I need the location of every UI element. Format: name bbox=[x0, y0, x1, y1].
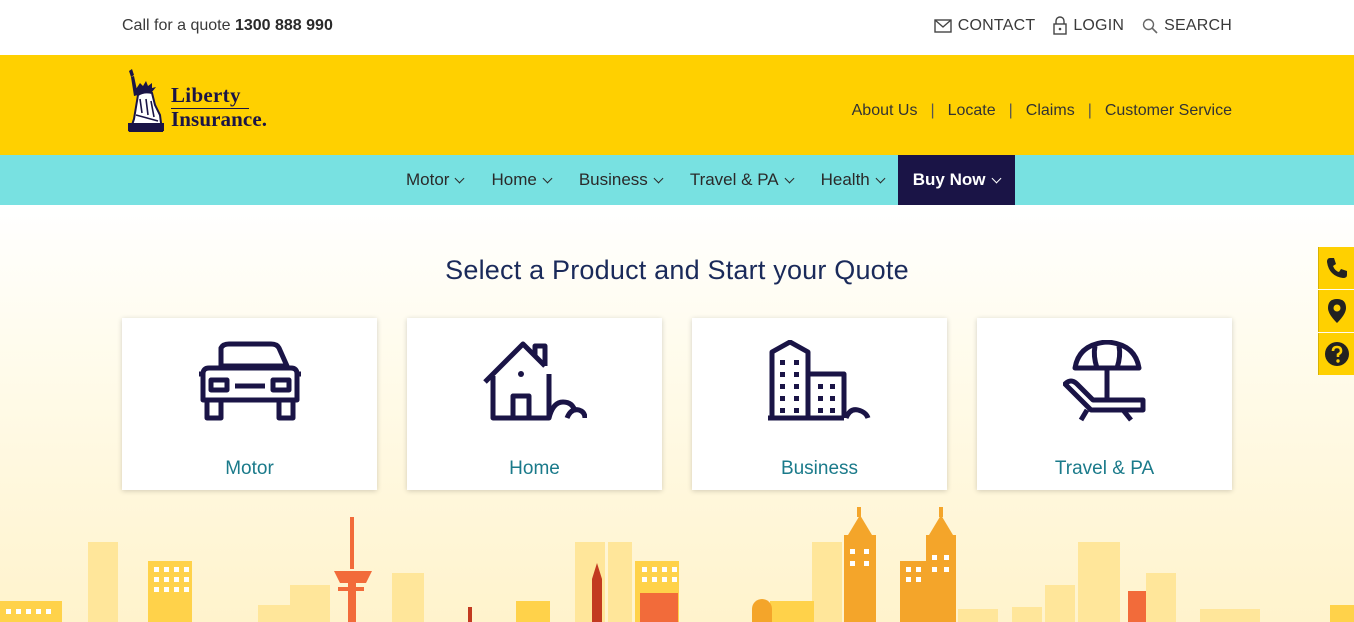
beach-chair-umbrella-icon bbox=[1062, 340, 1145, 422]
house-icon bbox=[482, 341, 587, 421]
quote-section: Select a Product and Start your Quote Mo… bbox=[0, 205, 1354, 622]
login-label: LOGIN bbox=[1073, 16, 1125, 34]
city-skyline-illustration bbox=[0, 507, 1354, 622]
contact-label: CONTACT bbox=[957, 16, 1036, 34]
chevron-down-icon bbox=[455, 173, 465, 183]
section-heading: Select a Product and Start your Quote bbox=[445, 255, 909, 285]
secondary-nav-about-us[interactable]: About Us bbox=[852, 102, 918, 120]
quote-line: Call for a quote 1300 888 990 bbox=[122, 17, 333, 35]
nav-buy-now[interactable]: Buy Now bbox=[897, 155, 1015, 205]
top-bar: Call for a quote 1300 888 990 CONTACT LO… bbox=[0, 0, 1354, 55]
logo-text-insurance: Insurance. bbox=[171, 107, 268, 131]
help-icon bbox=[1324, 342, 1349, 366]
chevron-down-icon bbox=[653, 173, 664, 183]
product-label-business: Business bbox=[780, 458, 859, 479]
padlock-icon bbox=[1053, 16, 1068, 35]
nav-travel-pa-label: Travel & PA bbox=[689, 170, 779, 189]
secondary-nav-claims[interactable]: Claims bbox=[1026, 102, 1075, 120]
secondary-nav-customer-service[interactable]: Customer Service bbox=[1105, 102, 1232, 120]
nav-health-label: Health bbox=[820, 170, 870, 189]
nav-business[interactable]: Business bbox=[565, 155, 676, 205]
chevron-down-icon bbox=[991, 173, 1001, 183]
nav-motor-label: Motor bbox=[406, 170, 450, 189]
product-card-travel-pa[interactable]: Travel & PA bbox=[977, 318, 1232, 490]
chevron-down-icon bbox=[784, 173, 795, 183]
chevron-down-icon bbox=[542, 173, 553, 183]
nav-home[interactable]: Home bbox=[477, 155, 564, 205]
car-icon bbox=[198, 341, 301, 421]
floating-help-button[interactable] bbox=[1318, 333, 1354, 375]
liberty-insurance-logo[interactable]: Liberty Insurance. bbox=[122, 69, 282, 135]
nav-business-label: Business bbox=[578, 170, 648, 189]
contact-link[interactable]: CONTACT bbox=[934, 16, 1036, 35]
logo-text-liberty: Liberty bbox=[171, 83, 241, 107]
nav-buy-now-label: Buy Now bbox=[912, 170, 986, 189]
floating-call-button[interactable] bbox=[1318, 247, 1354, 289]
nav-travel-pa[interactable]: Travel & PA bbox=[676, 155, 807, 205]
building-icon bbox=[767, 340, 870, 421]
login-link[interactable]: LOGIN bbox=[1053, 16, 1124, 35]
product-label-motor: Motor bbox=[225, 458, 274, 479]
search-link[interactable]: SEARCH bbox=[1142, 16, 1232, 35]
nav-home-label: Home bbox=[491, 170, 537, 189]
nav-health[interactable]: Health bbox=[807, 155, 898, 205]
product-card-motor[interactable]: Motor bbox=[122, 318, 377, 490]
product-label-home: Home bbox=[509, 458, 560, 479]
nav-divider: | bbox=[930, 102, 935, 119]
nav-motor[interactable]: Motor bbox=[392, 155, 477, 205]
nav-divider: | bbox=[1008, 102, 1013, 119]
statue-of-liberty-logo-icon bbox=[128, 69, 164, 132]
product-card-home[interactable]: Home bbox=[407, 318, 662, 490]
chevron-down-icon bbox=[875, 173, 886, 183]
utility-links: CONTACT LOGIN SEARCH bbox=[934, 16, 1232, 35]
quote-prefix: Call for a quote bbox=[122, 17, 231, 34]
phone-icon bbox=[1326, 258, 1347, 278]
secondary-nav-locate[interactable]: Locate bbox=[948, 102, 996, 120]
floating-action-bar bbox=[1318, 247, 1354, 376]
search-icon bbox=[1142, 18, 1158, 34]
main-nav: Motor Home Business Travel & PA Health B… bbox=[0, 155, 1354, 205]
nav-divider: | bbox=[1087, 102, 1092, 119]
brand-header: Liberty Insurance. About Us | Locate | C… bbox=[0, 55, 1354, 155]
floating-locate-button[interactable] bbox=[1318, 290, 1354, 332]
product-label-travel-pa: Travel & PA bbox=[1054, 458, 1155, 479]
envelope-icon bbox=[934, 18, 952, 33]
quote-phone-number[interactable]: 1300 888 990 bbox=[235, 17, 333, 34]
location-pin-icon bbox=[1327, 299, 1346, 323]
secondary-nav: About Us | Locate | Claims | Customer Se… bbox=[852, 102, 1232, 120]
product-card-business[interactable]: Business bbox=[692, 318, 947, 490]
search-label: SEARCH bbox=[1164, 16, 1232, 34]
